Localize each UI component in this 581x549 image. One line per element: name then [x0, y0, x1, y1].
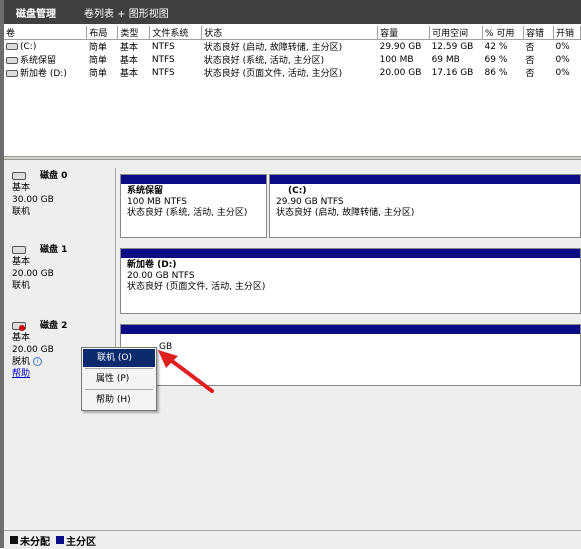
context-menu: 联机 (O) 属性 (P) 帮助 (H)	[81, 347, 157, 411]
menu-item-online[interactable]: 联机 (O)	[83, 349, 155, 367]
primary-partition-swatch	[56, 536, 64, 544]
menu-separator	[85, 389, 153, 390]
legend: 未分配 主分区	[4, 530, 581, 549]
menu-separator	[85, 368, 153, 369]
menu-item-properties[interactable]: 属性 (P)	[82, 370, 156, 388]
unallocated-swatch	[10, 536, 18, 544]
legend-primary: 主分区	[66, 536, 96, 548]
red-arrow-annotation	[158, 350, 214, 393]
menu-item-help[interactable]: 帮助 (H)	[82, 391, 156, 409]
legend-unallocated: 未分配	[20, 536, 50, 548]
